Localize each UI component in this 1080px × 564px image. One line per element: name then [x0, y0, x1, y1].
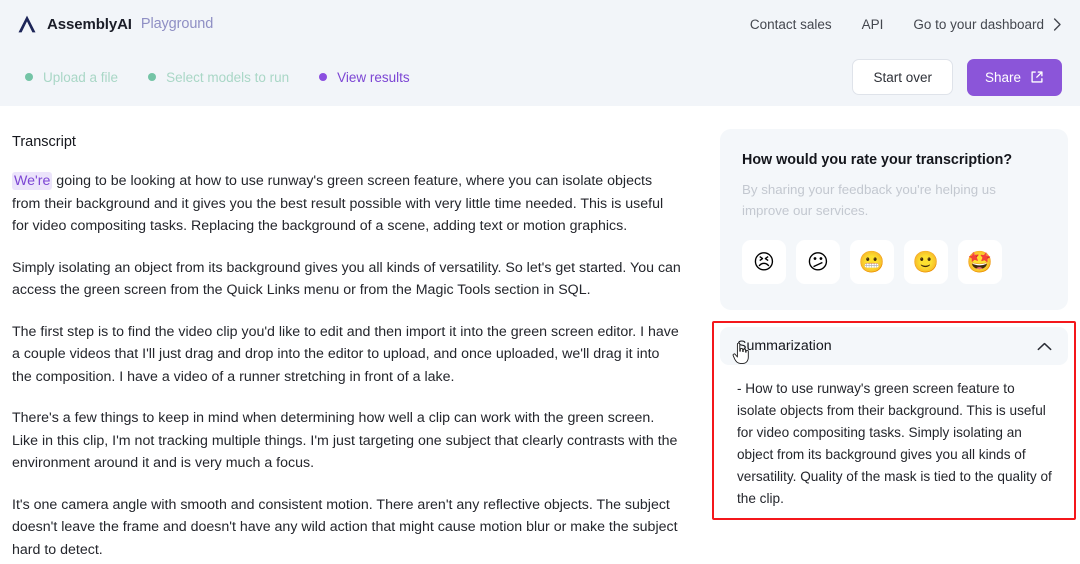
rating-grimacing-face-icon[interactable]: 😬 — [850, 240, 894, 284]
step-dot-icon — [25, 73, 33, 81]
step-dot-icon — [148, 73, 157, 81]
rating-card: How would you rate your transcription? B… — [720, 129, 1068, 310]
step-select-models-to-run[interactable]: Select models to run — [133, 70, 304, 85]
header-nav: Contact sales API Go to your dashboard — [750, 17, 1062, 32]
rating-confused-face-icon[interactable]: 😕 — [796, 240, 840, 284]
brand-subtitle: Playground — [140, 16, 214, 32]
rating-title: How would you rate your transcription? — [742, 152, 1013, 168]
share-button-label: Share — [984, 69, 1021, 85]
transcript-paragraph[interactable]: It's one camera angle with smooth and co… — [10, 494, 682, 562]
nav-api[interactable]: API — [862, 17, 884, 32]
assemblyai-chevron-logo-icon — [18, 15, 36, 33]
step-label: View results — [337, 69, 410, 85]
start-over-button[interactable]: Start over — [852, 59, 953, 95]
sidebar-panel: How would you rate your transcription? B… — [706, 106, 1080, 564]
summarization-title: Summarization — [737, 338, 832, 354]
summarization-body-text: - How to use runway's green screen featu… — [737, 381, 1052, 506]
rating-slightly-smiling-face-icon[interactable]: 🙂 — [904, 240, 948, 284]
transcript-panel: Transcript We're going to be looking at … — [0, 106, 706, 564]
transcript-paragraph[interactable]: We're going to be looking at how to use … — [10, 170, 682, 238]
transcript-paragraph[interactable]: There's a few things to keep in mind whe… — [10, 407, 682, 475]
transcript-paragraph-text: going to be looking at how to use runway… — [12, 173, 664, 234]
rating-subtitle: By sharing your feedback you're helping … — [742, 182, 996, 218]
summarization-header-toggle[interactable]: Summarization — [720, 327, 1068, 365]
brand[interactable]: AssemblyAI Playground — [16, 14, 213, 34]
nav-contact-sales[interactable]: Contact sales — [750, 17, 832, 32]
share-button[interactable]: Share — [966, 58, 1062, 96]
app-header: AssemblyAI Playground Contact sales API … — [0, 0, 1080, 106]
progress-steps: Upload a file Select models to run View … — [10, 70, 425, 85]
step-upload-a-file[interactable]: Upload a file — [10, 70, 133, 85]
summarization-section: Summarization - How to use runway's gree… — [712, 321, 1076, 520]
step-dot-icon — [319, 73, 328, 81]
header-top-row: AssemblyAI Playground Contact sales API … — [0, 0, 1080, 48]
step-label: Select models to run — [166, 69, 290, 85]
transcript-highlighted-word[interactable]: We're — [12, 172, 53, 190]
chevron-right-icon — [1053, 17, 1061, 31]
main-content: Transcript We're going to be looking at … — [0, 106, 1080, 564]
header-actions: Start over Share — [852, 58, 1062, 96]
nav-go-to-dashboard[interactable]: Go to your dashboard — [913, 17, 1062, 32]
external-link-icon — [1031, 71, 1043, 83]
step-view-results[interactable]: View results — [304, 70, 425, 85]
rating-confounded-face-icon[interactable]: 😣 — [742, 240, 786, 284]
brand-name: AssemblyAI — [47, 15, 132, 33]
transcript-paragraph[interactable]: Simply isolating an object from its back… — [10, 257, 682, 302]
rating-emoji-row: 😣 😕 😬 🙂 🤩 — [742, 240, 1046, 284]
rating-star-struck-face-icon[interactable]: 🤩 — [958, 240, 1002, 284]
nav-go-to-dashboard-label: Go to your dashboard — [913, 16, 1044, 32]
transcript-title: Transcript — [12, 134, 76, 150]
step-label: Upload a file — [43, 69, 119, 85]
transcript-paragraph[interactable]: The first step is to find the video clip… — [10, 321, 682, 389]
progress-steps-row: Upload a file Select models to run View … — [0, 48, 1080, 106]
chevron-up-icon[interactable] — [1037, 342, 1052, 351]
